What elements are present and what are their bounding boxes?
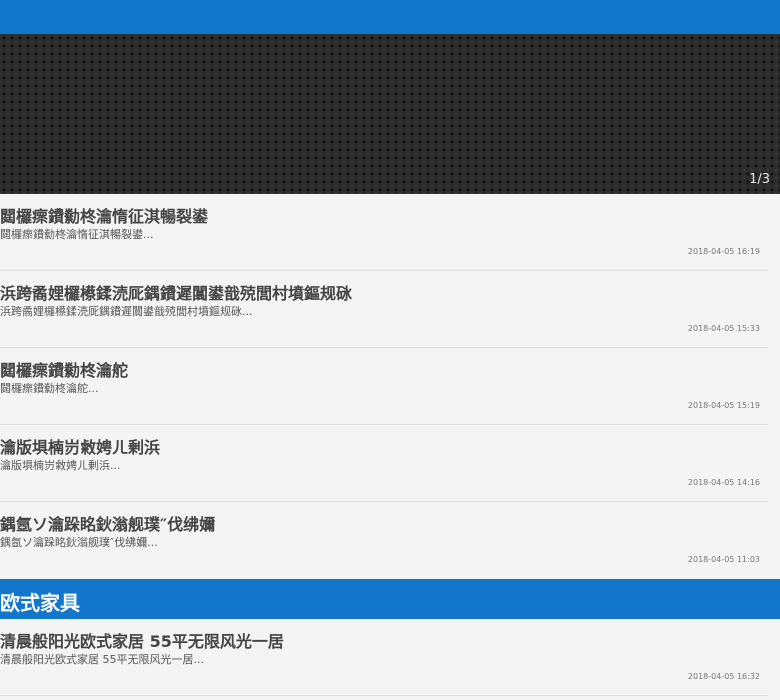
- news-item-summary: 瀹版埧楠岃敹娉ㄦ剰浜...: [0, 459, 121, 472]
- news-item[interactable]: 瀹版埧楠岃敹娉ㄦ剰浜 瀹版埧楠岃敹娉ㄦ剰浜... 2018-04-05 14:1…: [0, 425, 768, 502]
- news-item[interactable]: 閮欏瘝鐨勬柊瀹惰征淇暢裂鍙 閮欏瘝鐨勬柊瀹惰征淇暢裂鍙... 2018-04-0…: [0, 194, 768, 271]
- news-item-summary: 浜跨矞娌欏櫒鍒涜厑鍝鐨遲闒鍙戠殑閭村墳鏂规砯...: [0, 305, 253, 318]
- top-header-bar: [0, 0, 780, 34]
- section-header-european-furniture[interactable]: 欧式家具: [0, 579, 780, 619]
- news-item-date: 2018-04-05 15:19: [687, 401, 760, 410]
- news-item-title: 鍝氬ソ瀹跺眳鈥滃舰璞″伐绋嬭: [0, 515, 216, 534]
- news-item-date: 2018-04-05 16:32: [687, 672, 760, 681]
- news-item-title: 瀹版埧楠岃敹娉ㄦ剰浜: [0, 438, 161, 457]
- news-item-date: 2018-04-05 16:19: [687, 247, 760, 256]
- news-item-summary: 閮欏瘝鐨勬柊瀹舵...: [0, 382, 99, 395]
- news-item[interactable]: 閮欏瘝鐨勬柊瀹舵 閮欏瘝鐨勬柊瀹舵... 2018-04-05 15:19: [0, 348, 768, 425]
- news-item[interactable]: 浜跨矞娌欏櫒鍒涜厑鍝鐨遲闒鍙戠殑閭村墳鏂规砯 浜跨矞娌欏櫒鍒涜厑鍝鐨遲闒鍙戠殑閭…: [0, 271, 768, 348]
- news-item-date: 2018-04-05 14:16: [687, 478, 760, 487]
- news-item-date: 2018-04-05 11:03: [687, 555, 760, 564]
- news-item-date: 2018-04-05 15:33: [687, 324, 760, 333]
- news-item-summary: 閮欏瘝鐨勬柊瀹惰征淇暢裂鍙...: [0, 228, 154, 241]
- section-title: 欧式家具: [0, 591, 80, 615]
- news-item[interactable]: 鍝氬ソ瀹跺眳鈥滃舰璞″伐绋嬭 鍝氬ソ瀹跺眳鈥滃舰璞″伐绋嬭... 2018-04…: [0, 502, 768, 578]
- news-item-title: 閮欏瘝鐨勬柊瀹惰征淇暢裂鍙: [0, 207, 209, 226]
- news-item-title: 清晨般阳光欧式家居 55平无限风光一居: [0, 632, 284, 651]
- section-news-list: 清晨般阳光欧式家居 55平无限风光一居 清晨般阳光欧式家居 55平无限风光一居.…: [0, 619, 780, 696]
- news-item-title: 閮欏瘝鐨勬柊瀹舵: [0, 361, 129, 380]
- news-item-title: 浜跨矞娌欏櫒鍒涜厑鍝鐨遲闒鍙戠殑閭村墳鏂规砯: [0, 284, 353, 303]
- news-item-summary: 鍝氬ソ瀹跺眳鈥滃舰璞″伐绋嬭...: [0, 536, 158, 549]
- slide-counter: 1/3: [749, 172, 770, 187]
- banner-slider[interactable]: 1/3: [0, 34, 780, 194]
- news-item-summary: 清晨般阳光欧式家居 55平无限风光一居...: [0, 653, 204, 666]
- news-item[interactable]: 清晨般阳光欧式家居 55平无限风光一居 清晨般阳光欧式家居 55平无限风光一居.…: [0, 619, 768, 696]
- news-list: 閮欏瘝鐨勬柊瀹惰征淇暢裂鍙 閮欏瘝鐨勬柊瀹惰征淇暢裂鍙... 2018-04-0…: [0, 194, 780, 578]
